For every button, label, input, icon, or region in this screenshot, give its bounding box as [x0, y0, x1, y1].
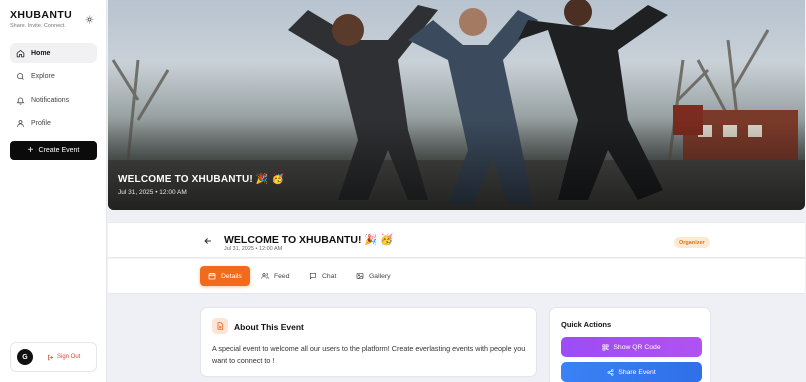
search-icon	[17, 73, 24, 80]
create-event-button[interactable]: + Create Event	[10, 141, 97, 160]
create-event-label: Create Event	[38, 147, 80, 154]
document-icon	[212, 318, 228, 334]
plus-icon: +	[27, 144, 34, 156]
sidebar-item-explore[interactable]: Explore	[10, 67, 97, 87]
tab-label: Chat	[322, 272, 337, 280]
sidebar-nav: Home Explore Notifications Profile	[10, 43, 97, 137]
logout-icon	[48, 354, 54, 360]
theme-toggle-button[interactable]	[83, 13, 96, 26]
avatar[interactable]: G	[17, 349, 33, 365]
share-icon	[607, 368, 614, 376]
about-event-card: About This Event A special event to welc…	[200, 307, 537, 377]
hero-title: WELCOME TO XHUBANTU! 🎉 🥳	[118, 174, 285, 185]
share-event-label: Share Event	[618, 368, 656, 376]
brand-title: XHUBANTU	[10, 9, 73, 21]
tab-chat[interactable]: Chat	[309, 266, 336, 286]
home-icon	[16, 49, 25, 57]
qr-code-icon	[602, 344, 609, 350]
tab-gallery[interactable]: Gallery	[356, 266, 391, 286]
show-qr-code-label: Show QR Code	[613, 343, 661, 351]
calendar-icon	[208, 273, 216, 280]
tab-label: Details	[221, 272, 242, 280]
role-badge: Organizer	[674, 237, 710, 248]
user-icon	[17, 120, 24, 127]
brand: XHUBANTU Share. Invite. Connect.	[10, 9, 72, 29]
about-title: About This Event	[234, 322, 304, 332]
tab-label: Feed	[274, 272, 290, 280]
event-title: WELCOME TO XHUBANTU! 🎉 🥳	[224, 234, 394, 246]
share-event-button[interactable]: Share Event	[561, 362, 702, 382]
sidebar-item-home[interactable]: Home	[10, 43, 97, 63]
show-qr-code-button[interactable]: Show QR Code	[561, 337, 702, 357]
cover-overlay	[108, 120, 805, 210]
quick-actions-title: Quick Actions	[561, 320, 612, 329]
tab-details[interactable]: Details	[200, 266, 250, 286]
brand-tagline: Share. Invite. Connect.	[10, 23, 66, 29]
sidebar: XHUBANTU Share. Invite. Connect. Home Ex…	[0, 0, 107, 382]
sign-out-label: Sign Out	[57, 354, 81, 360]
image-icon	[356, 273, 364, 279]
quick-actions-card: Quick Actions Show QR Code Share Event	[549, 307, 711, 382]
chat-icon	[310, 273, 316, 280]
bell-icon	[16, 97, 25, 105]
tab-feed[interactable]: Feed	[261, 266, 290, 286]
user-panel: G Sign Out	[10, 342, 97, 372]
sidebar-item-label: Notifications	[31, 96, 70, 104]
users-icon	[261, 273, 269, 279]
sidebar-item-notifications[interactable]: Notifications	[10, 90, 97, 110]
event-header: WELCOME TO XHUBANTU! 🎉 🥳 Jul 31, 2025 • …	[108, 222, 805, 258]
about-description: A special event to welcome all our users…	[212, 344, 526, 365]
sidebar-item-label: Explore	[31, 73, 55, 80]
sign-out-button[interactable]: Sign Out	[47, 354, 80, 361]
sidebar-item-profile[interactable]: Profile	[10, 114, 97, 134]
tab-label: Gallery	[369, 272, 391, 280]
sun-icon	[85, 15, 94, 24]
back-arrow-icon[interactable]	[203, 236, 213, 246]
event-date: Jul 31, 2025 • 12:00 AM	[224, 246, 283, 252]
sidebar-item-label: Profile	[31, 120, 51, 127]
sidebar-item-label: Home	[31, 49, 51, 57]
event-cover-image: WELCOME TO XHUBANTU! 🎉 🥳 Jul 31, 2025 • …	[108, 0, 805, 210]
hero-date: Jul 31, 2025 • 12:00 AM	[118, 189, 187, 196]
event-tabs: Details Feed Chat Gallery	[108, 259, 805, 294]
